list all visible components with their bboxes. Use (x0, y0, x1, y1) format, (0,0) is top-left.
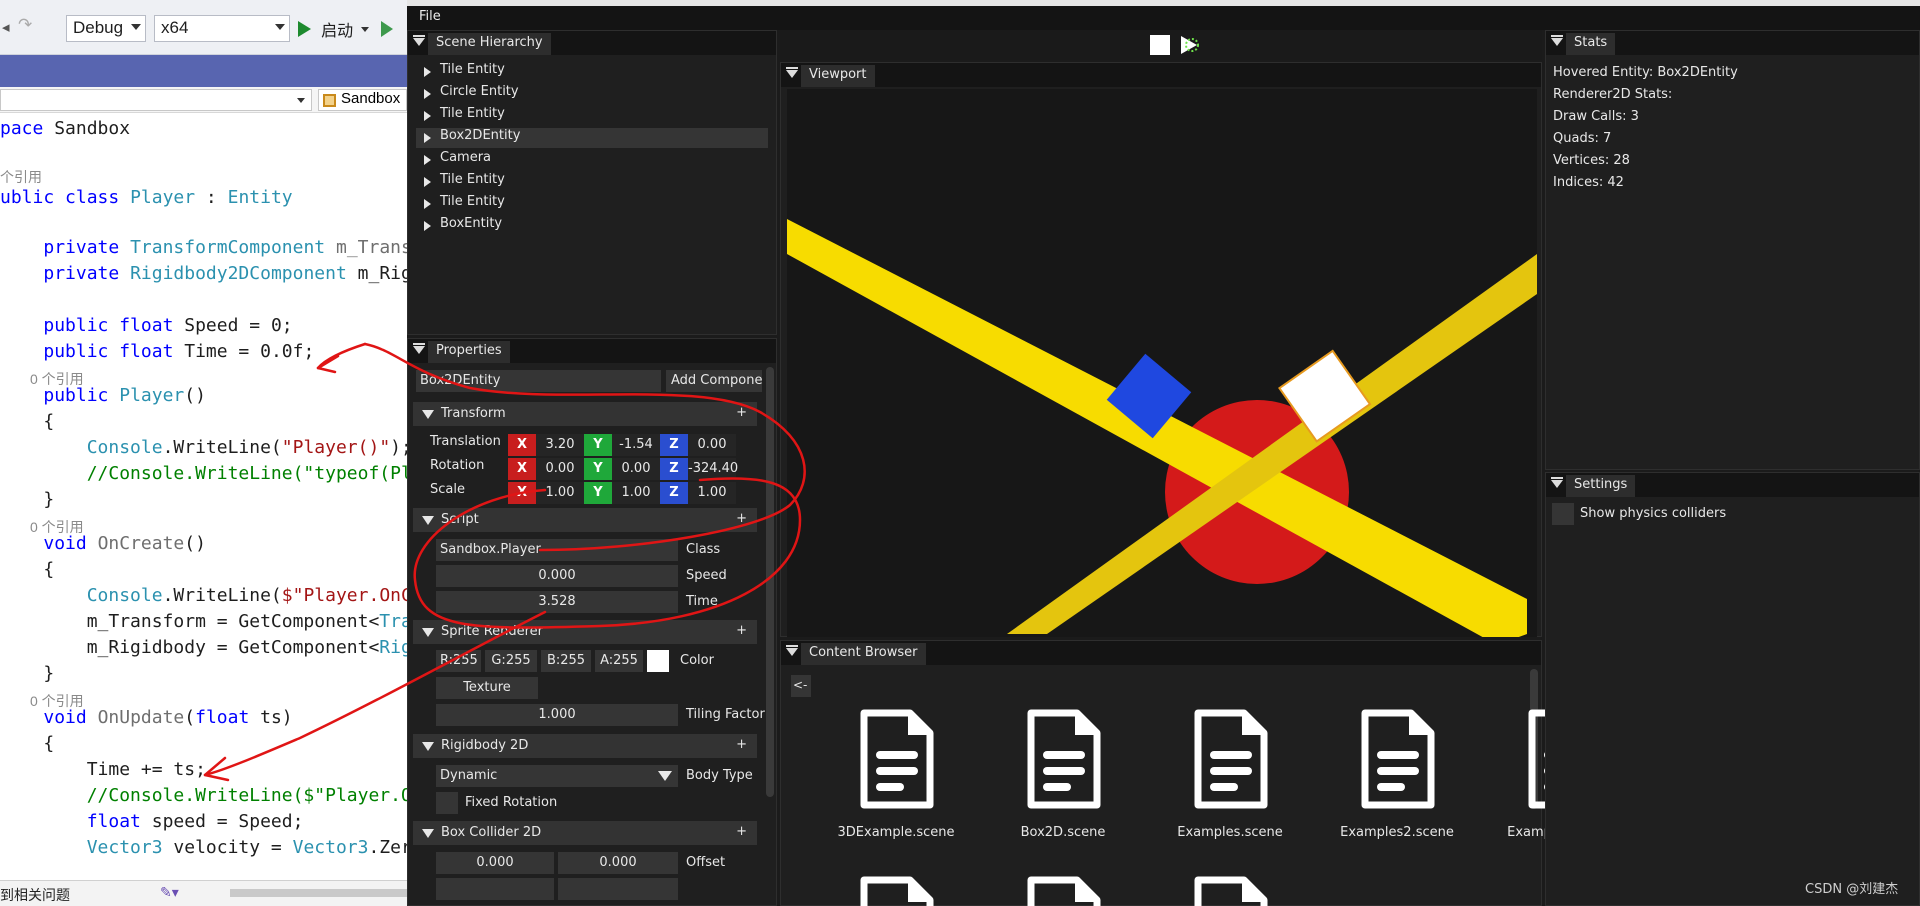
hand-drawn-annotation (203, 342, 806, 782)
